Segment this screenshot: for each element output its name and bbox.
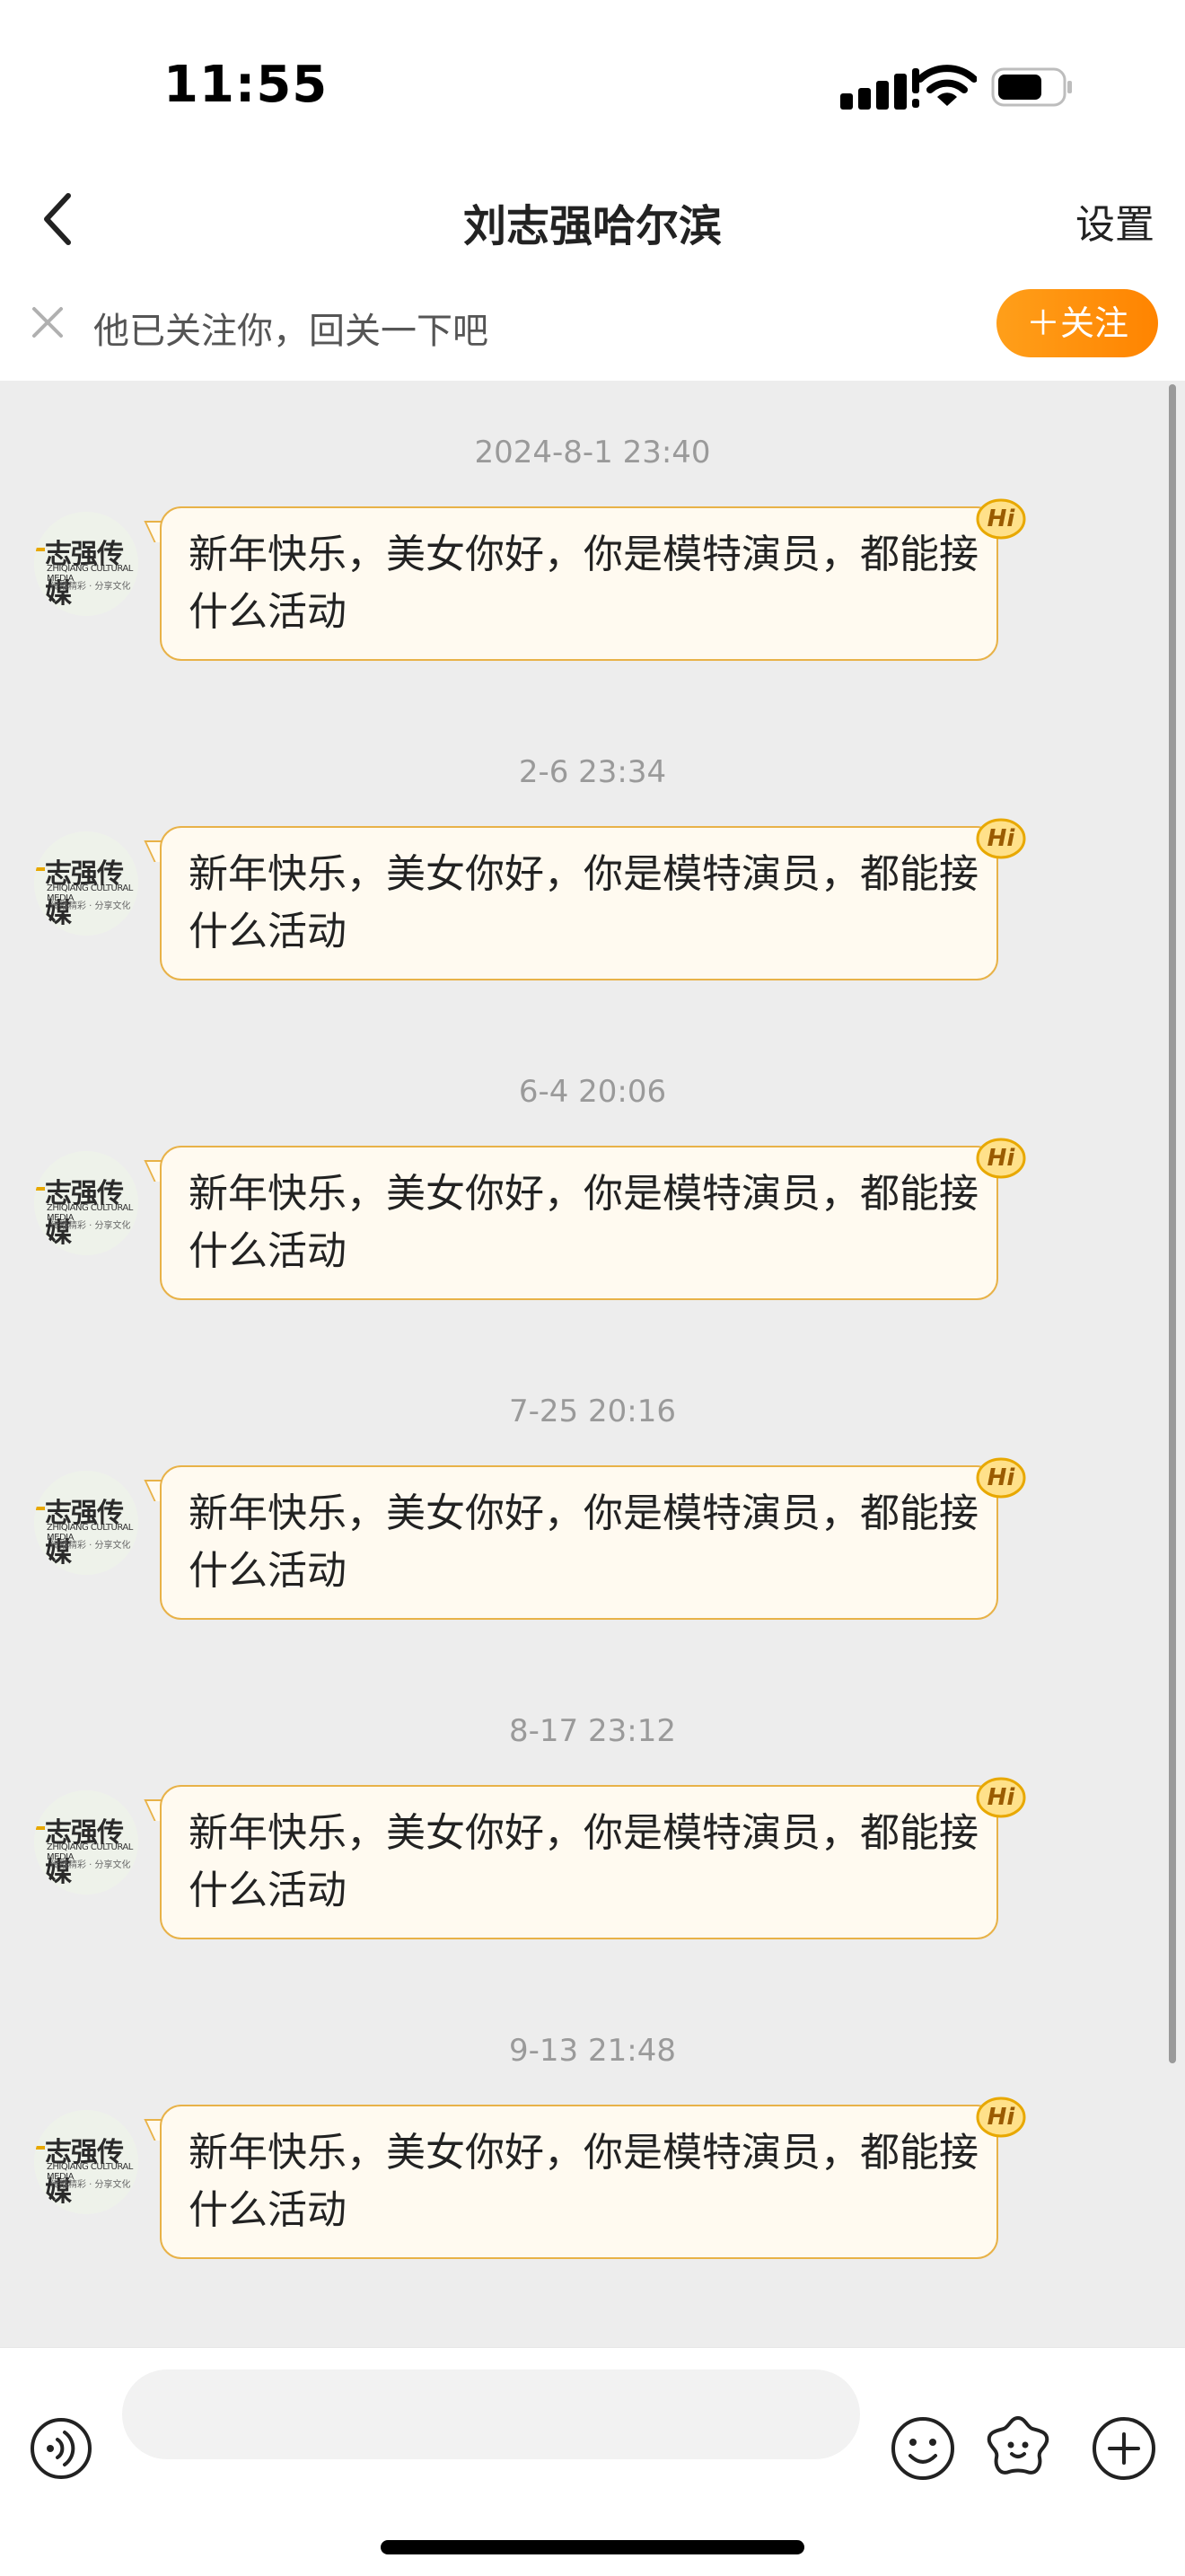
message-bubble[interactable]: 新年快乐，美女你好，你是模特演员，都能接什么活动 bbox=[160, 2105, 998, 2259]
avatar[interactable]: 志强传媒 ZHIQIANG CULTURAL MEDIA 传播精彩 · 分享文化 bbox=[34, 512, 138, 616]
message-timestamp: 2-6 23:34 bbox=[518, 754, 667, 790]
hi-badge: Hi bbox=[975, 817, 1027, 860]
hi-badge: Hi bbox=[975, 2096, 1027, 2139]
message-bubble[interactable]: 新年快乐，美女你好，你是模特演员，都能接什么活动 bbox=[160, 1465, 998, 1620]
message-group: 9-13 21:48 志强传媒 ZHIQIANG CULTURAL MEDIA … bbox=[0, 2033, 1185, 2352]
message-timestamp: 8-17 23:12 bbox=[509, 1713, 676, 1749]
status-bar: 11:55 bbox=[0, 0, 1185, 171]
avatar-accent-bar bbox=[36, 1507, 45, 1510]
avatar[interactable]: 志强传媒 ZHIQIANG CULTURAL MEDIA 传播精彩 · 分享文化 bbox=[34, 2110, 138, 2214]
home-indicator bbox=[381, 2540, 804, 2554]
message-timestamp: 2024-8-1 23:40 bbox=[474, 435, 711, 470]
message-group: 2-6 23:34 志强传媒 ZHIQIANG CULTURAL MEDIA 传… bbox=[0, 754, 1185, 1074]
chat-scrollbar[interactable] bbox=[1169, 384, 1176, 2063]
message-timestamp: 9-13 21:48 bbox=[509, 2033, 676, 2069]
message-text: 新年快乐，美女你好，你是模特演员，都能接什么活动 bbox=[189, 1490, 979, 1594]
avatar-sub-text-2: 传播精彩 · 分享文化 bbox=[50, 1221, 131, 1231]
avatar[interactable]: 志强传媒 ZHIQIANG CULTURAL MEDIA 传播精彩 · 分享文化 bbox=[34, 1471, 138, 1575]
hi-badge: Hi bbox=[975, 1456, 1027, 1499]
status-time: 11:55 bbox=[163, 56, 329, 114]
avatar-accent-bar bbox=[36, 1826, 45, 1830]
message-bubble[interactable]: 新年快乐，美女你好，你是模特演员，都能接什么活动 bbox=[160, 826, 998, 980]
message-group: 8-17 23:12 志强传媒 ZHIQIANG CULTURAL MEDIA … bbox=[0, 1713, 1185, 2033]
message-bubble[interactable]: 新年快乐，美女你好，你是模特演员，都能接什么活动 bbox=[160, 1146, 998, 1300]
battery-icon bbox=[991, 67, 1072, 107]
voice-icon[interactable] bbox=[29, 2416, 93, 2481]
hi-badge-label: Hi bbox=[987, 1784, 1015, 1811]
avatar-sub-text-2: 传播精彩 · 分享文化 bbox=[50, 1541, 131, 1551]
hi-badge-label: Hi bbox=[987, 2104, 1015, 2131]
avatar-sub-text-2: 传播精彩 · 分享文化 bbox=[50, 901, 131, 911]
follow-prompt-text: 他已关注你，回关一下吧 bbox=[93, 311, 488, 352]
page-title: 刘志强哈尔滨 bbox=[462, 201, 722, 251]
message-text: 新年快乐，美女你好，你是模特演员，都能接什么活动 bbox=[189, 2130, 979, 2233]
message-text: 新年快乐，美女你好，你是模特演员，都能接什么活动 bbox=[189, 532, 979, 635]
hi-badge: Hi bbox=[975, 1137, 1027, 1180]
emoji-icon[interactable] bbox=[889, 2414, 957, 2483]
hi-badge: Hi bbox=[975, 1776, 1027, 1819]
avatar[interactable]: 志强传媒 ZHIQIANG CULTURAL MEDIA 传播精彩 · 分享文化 bbox=[34, 1151, 138, 1255]
avatar-accent-bar bbox=[36, 548, 45, 551]
avatar[interactable]: 志强传媒 ZHIQIANG CULTURAL MEDIA 传播精彩 · 分享文化 bbox=[34, 1790, 138, 1895]
message-text: 新年快乐，美女你好，你是模特演员，都能接什么活动 bbox=[189, 1171, 979, 1274]
avatar-accent-bar bbox=[36, 1187, 45, 1191]
hi-badge-label: Hi bbox=[987, 506, 1015, 532]
message-timestamp: 6-4 20:06 bbox=[518, 1074, 667, 1110]
sticker-icon[interactable] bbox=[984, 2413, 1052, 2481]
avatar-accent-bar bbox=[36, 2146, 45, 2150]
settings-button[interactable]: 设置 bbox=[1075, 192, 1154, 250]
message-text: 新年快乐，美女你好，你是模特演员，都能接什么活动 bbox=[189, 1810, 979, 1913]
avatar-accent-bar bbox=[36, 867, 45, 871]
avatar-sub-text-2: 传播精彩 · 分享文化 bbox=[50, 1860, 131, 1870]
hi-badge-label: Hi bbox=[987, 825, 1015, 852]
avatar-sub-text-2: 传播精彩 · 分享文化 bbox=[50, 582, 131, 592]
message-input[interactable] bbox=[122, 2369, 860, 2459]
follow-button[interactable]: ＋关注 bbox=[996, 289, 1158, 357]
message-bubble[interactable]: 新年快乐，美女你好，你是模特演员，都能接什么活动 bbox=[160, 1785, 998, 1939]
avatar[interactable]: 志强传媒 ZHIQIANG CULTURAL MEDIA 传播精彩 · 分享文化 bbox=[34, 831, 138, 936]
avatar-sub-text-2: 传播精彩 · 分享文化 bbox=[50, 2180, 131, 2190]
message-group: 2024-8-1 23:40 志强传媒 ZHIQIANG CULTURAL ME… bbox=[0, 435, 1185, 754]
message-timestamp: 7-25 20:16 bbox=[509, 1394, 676, 1429]
message-group: 7-25 20:16 志强传媒 ZHIQIANG CULTURAL MEDIA … bbox=[0, 1394, 1185, 1713]
message-text: 新年快乐，美女你好，你是模特演员，都能接什么活动 bbox=[189, 851, 979, 954]
close-icon[interactable] bbox=[25, 300, 70, 345]
wifi-icon bbox=[917, 65, 977, 106]
message-group: 6-4 20:06 志强传媒 ZHIQIANG CULTURAL MEDIA 传… bbox=[0, 1074, 1185, 1394]
chat-area[interactable]: 2024-8-1 23:40 志强传媒 ZHIQIANG CULTURAL ME… bbox=[0, 381, 1185, 2347]
hi-badge-label: Hi bbox=[987, 1464, 1015, 1491]
input-bar bbox=[0, 2347, 1185, 2576]
nav-bar: 刘志强哈尔滨 设置 bbox=[0, 171, 1185, 270]
hi-badge-label: Hi bbox=[987, 1145, 1015, 1172]
hi-badge: Hi bbox=[975, 497, 1027, 541]
message-bubble[interactable]: 新年快乐，美女你好，你是模特演员，都能接什么活动 bbox=[160, 506, 998, 661]
plus-icon[interactable] bbox=[1090, 2414, 1158, 2483]
follow-banner: 他已关注你，回关一下吧 ＋关注 bbox=[0, 269, 1185, 381]
